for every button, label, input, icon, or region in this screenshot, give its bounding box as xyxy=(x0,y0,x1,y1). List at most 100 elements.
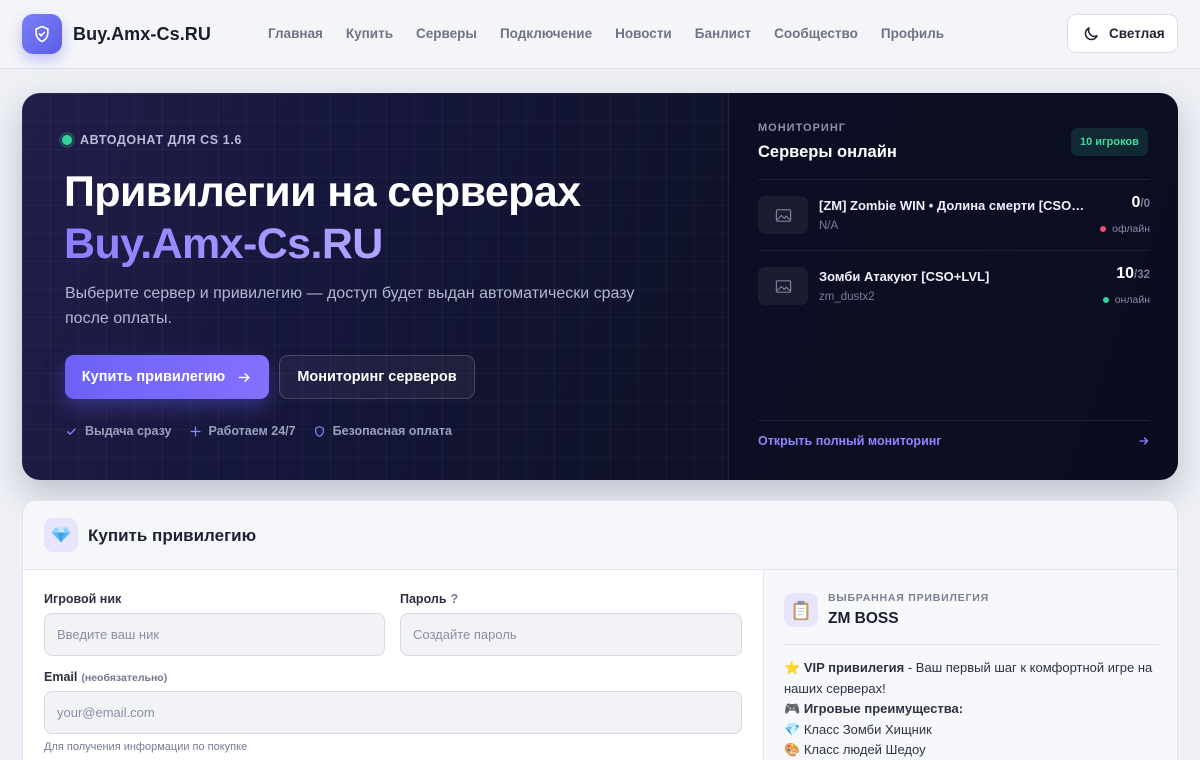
hero-description: Выберите сервер и привилегию — доступ бу… xyxy=(65,285,635,327)
monitoring-kicker: МОНИТОРИНГ xyxy=(758,122,846,134)
online-dot-icon xyxy=(1102,297,1109,303)
email-hint: Для получения информации по покупке xyxy=(44,741,248,753)
star-emoji-icon: ⭐ xyxy=(784,660,801,675)
arrow-right-icon xyxy=(238,372,250,382)
clipboard-glyph-icon xyxy=(793,600,809,620)
offline-dot-icon xyxy=(1100,226,1107,232)
hero-title: Привилегии на серверах xyxy=(64,168,581,216)
nav-connect[interactable]: Подключение xyxy=(500,26,592,41)
server-map: zm_dustx2 xyxy=(819,291,875,303)
hero-features: Выдача сразу Работаем 24/7 Безопасная оп… xyxy=(65,424,469,438)
gem-emoji-icon: 💎 xyxy=(784,721,801,737)
image-placeholder-icon xyxy=(775,279,791,293)
feature-secure-payment: Безопасная оплата xyxy=(313,424,452,438)
server-players-current: 10 xyxy=(1116,265,1134,282)
feature-label: Выдача сразу xyxy=(85,424,172,438)
hero-tagline: АВТОДОНАТ ДЛЯ CS 1.6 xyxy=(62,133,242,147)
theme-toggle-label: Светлая xyxy=(1109,26,1165,41)
selected-privilege-name: ZM BOSS xyxy=(828,610,899,627)
divider xyxy=(784,644,1159,645)
hero-section: АВТОДОНАТ ДЛЯ CS 1.6 Привилегии на серве… xyxy=(22,93,1178,480)
server-status: офлайн xyxy=(1100,223,1150,235)
hero-title-accent: Buy.Amx-Cs.RU xyxy=(64,217,383,271)
image-placeholder-icon xyxy=(775,208,791,222)
email-label: Email (необязательно) xyxy=(44,670,167,684)
privilege-line-text: Класс людей Шедоу xyxy=(803,742,926,757)
shield-icon xyxy=(314,425,324,437)
privilege-line: 🎮 Игровые преимущества: xyxy=(784,699,1164,720)
arrow-right-icon xyxy=(1139,436,1149,445)
privilege-line-text: Класс Зомби Хищник xyxy=(803,721,932,737)
buy-card-header: Купить привилегию xyxy=(23,501,1177,570)
logo[interactable] xyxy=(22,14,62,54)
players-count-badge: 10 игроков xyxy=(1071,128,1148,156)
nav-community[interactable]: Сообщество xyxy=(774,26,858,41)
privilege-line: 💎 Класс Зомби Хищник xyxy=(784,720,1164,741)
nick-label-text: Игровой ник xyxy=(44,592,122,606)
server-monitoring-button[interactable]: Мониторинг серверов xyxy=(279,355,475,399)
plus-icon xyxy=(190,426,200,436)
check-icon xyxy=(67,427,76,435)
brand-name[interactable]: Buy.Amx-Cs.RU xyxy=(73,24,211,45)
buy-card-title: Купить привилегию xyxy=(88,526,257,545)
open-full-monitoring-label: Открыть полный мониторинг xyxy=(758,433,942,448)
moon-icon xyxy=(1084,26,1098,40)
buy-privilege-button[interactable]: Купить привилегию xyxy=(65,355,269,399)
hero-tagline-text: АВТОДОНАТ ДЛЯ CS 1.6 xyxy=(80,133,242,147)
monitoring-title: Серверы онлайн xyxy=(758,143,897,161)
nav-home[interactable]: Главная xyxy=(268,26,323,41)
password-input[interactable] xyxy=(400,613,742,656)
password-label-text: Пароль xyxy=(400,592,447,606)
server-name: [ZM] Zombie WIN • Долина смерти [CSO+LVL… xyxy=(819,198,1091,213)
email-label-text: Email xyxy=(44,670,78,684)
selected-privilege-description: ⭐ VIP привилегия - Ваш первый шаг к комф… xyxy=(784,658,1164,760)
privilege-line-bold: Игровые преимущества: xyxy=(803,701,964,716)
nav-profile[interactable]: Профиль xyxy=(881,26,944,41)
nav-servers[interactable]: Серверы xyxy=(416,26,477,41)
email-optional-note: (необязательно) xyxy=(81,672,168,684)
palette-emoji-icon: 🎨 xyxy=(784,742,801,757)
server-status-label: офлайн xyxy=(1112,223,1150,235)
password-label: Пароль? xyxy=(400,592,458,606)
server-row[interactable]: [ZM] Zombie WIN • Долина смерти [CSO+LVL… xyxy=(758,179,1150,250)
nav-banlist[interactable]: Банлист xyxy=(695,26,751,41)
feature-label: Безопасная оплата xyxy=(332,424,452,438)
nick-input[interactable] xyxy=(44,613,385,656)
privilege-line-bold: VIP привилегия xyxy=(803,660,905,675)
password-help-icon[interactable]: ? xyxy=(451,592,459,606)
server-monitoring-button-label: Мониторинг серверов xyxy=(297,369,457,385)
server-row[interactable]: Зомби Атакуют [CSO+LVL] zm_dustx2 10/32 … xyxy=(758,250,1150,321)
status-dot-icon xyxy=(62,135,72,145)
nav-buy[interactable]: Купить xyxy=(346,26,393,41)
server-map-thumbnail xyxy=(758,267,808,305)
server-players: 10/32 xyxy=(1116,265,1150,283)
shield-check-icon xyxy=(35,25,49,43)
buy-privilege-card: Купить привилегию Игровой ник Пароль? Em… xyxy=(22,500,1178,760)
selected-privilege-kicker: ВЫБРАННАЯ ПРИВИЛЕГИЯ xyxy=(828,592,989,604)
theme-toggle-button[interactable]: Светлая xyxy=(1067,14,1178,53)
feature-24-7: Работаем 24/7 xyxy=(189,424,296,438)
feature-instant: Выдача сразу xyxy=(65,424,172,438)
server-players: 0/0 xyxy=(1132,194,1151,212)
selected-privilege-panel: ВЫБРАННАЯ ПРИВИЛЕГИЯ ZM BOSS ⭐ VIP приви… xyxy=(763,570,1177,760)
monitoring-panel: МОНИТОРИНГ Серверы онлайн 10 игроков [ZM… xyxy=(728,93,1178,480)
server-map-thumbnail xyxy=(758,196,808,234)
gem-icon xyxy=(44,518,78,552)
server-status: онлайн xyxy=(1102,294,1150,306)
open-full-monitoring-link[interactable]: Открыть полный мониторинг xyxy=(758,420,1150,460)
privilege-line: 🎨 Класс людей Шедоу xyxy=(784,740,1164,760)
buy-privilege-button-label: Купить привилегию xyxy=(81,369,226,385)
main-nav: Главная Купить Серверы Подключение Новос… xyxy=(268,26,967,41)
feature-label: Работаем 24/7 xyxy=(208,424,296,438)
server-status-label: онлайн xyxy=(1114,294,1150,306)
server-name: Зомби Атакуют [CSO+LVL] xyxy=(819,269,990,284)
email-input[interactable] xyxy=(44,691,742,734)
server-map: N/A xyxy=(819,220,839,232)
gamepad-emoji-icon: 🎮 xyxy=(784,701,801,716)
diamond-icon xyxy=(51,527,71,543)
top-navbar: Buy.Amx-Cs.RU Главная Купить Серверы Под… xyxy=(0,0,1200,69)
nav-news[interactable]: Новости xyxy=(615,26,672,41)
server-players-max: /0 xyxy=(1140,198,1150,210)
server-players-max: /32 xyxy=(1134,269,1150,281)
nick-label: Игровой ник xyxy=(44,592,121,606)
